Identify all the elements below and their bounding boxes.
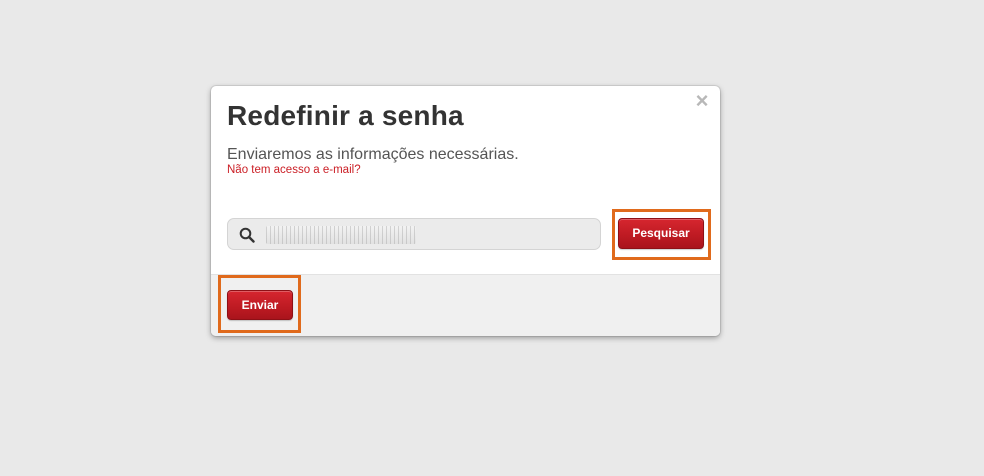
dialog-subtitle: Enviaremos as informações necessárias. [227, 146, 519, 163]
search-button[interactable]: Pesquisar [618, 218, 704, 249]
reset-password-dialog: × Redefinir a senha Enviaremos as inform… [211, 86, 720, 336]
search-icon [239, 227, 255, 243]
close-icon[interactable]: × [693, 90, 711, 112]
send-button[interactable]: Enviar [227, 290, 293, 320]
dialog-title: Redefinir a senha [227, 100, 464, 131]
search-input[interactable] [227, 218, 601, 250]
search-input-value [266, 226, 416, 244]
no-email-access-link[interactable]: Não tem acesso a e-mail? [227, 164, 361, 176]
dialog-footer: Enviar [211, 274, 720, 336]
page-background: × Redefinir a senha Enviaremos as inform… [0, 0, 984, 476]
